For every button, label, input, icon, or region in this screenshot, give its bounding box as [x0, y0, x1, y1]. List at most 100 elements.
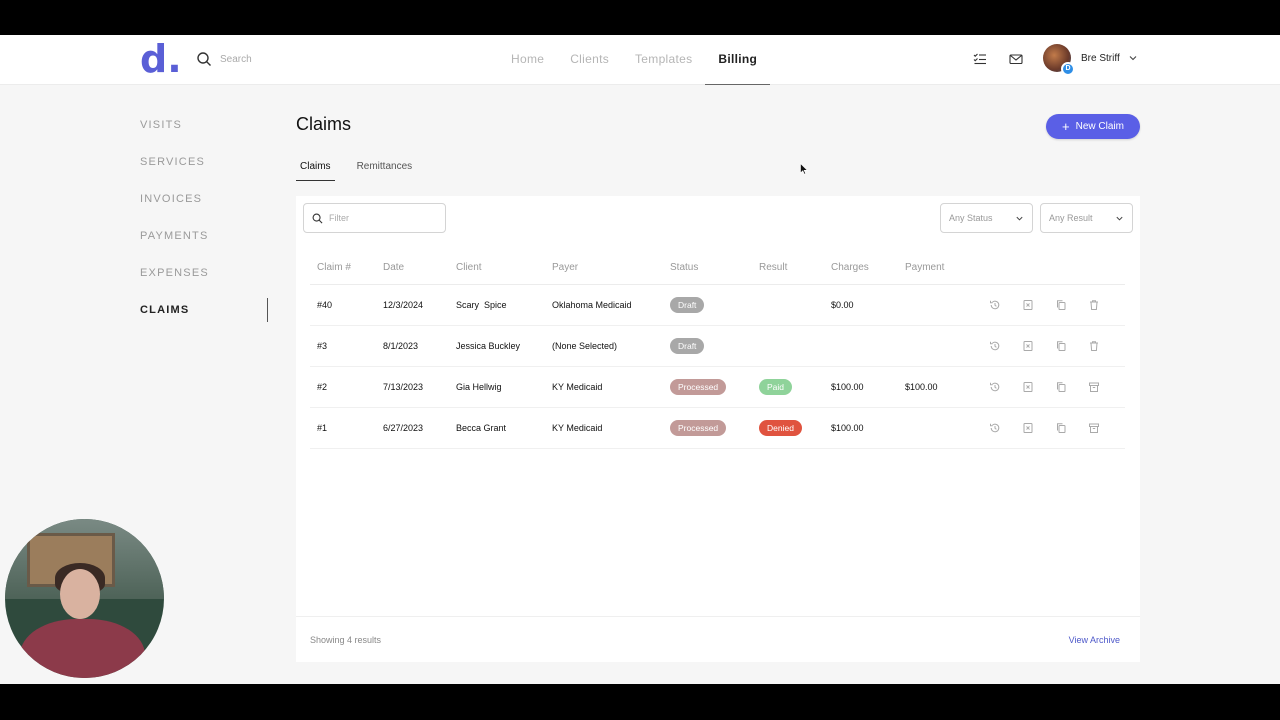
mail-icon[interactable]: [1009, 52, 1023, 66]
chevron-down-icon: [1129, 56, 1137, 61]
claim-number: #2: [310, 366, 376, 408]
logo[interactable]: d.: [140, 39, 182, 79]
nav-home[interactable]: Home: [498, 35, 557, 85]
claims-table: Claim # Date Client Payer Status Result …: [310, 252, 1125, 449]
status-badge: Processed: [670, 378, 727, 395]
sidebar-item-payments[interactable]: PAYMENTS: [140, 226, 268, 263]
history-icon[interactable]: [989, 299, 1001, 311]
copy-icon[interactable]: [1055, 422, 1067, 434]
archive-icon[interactable]: [1088, 381, 1100, 393]
copy-icon[interactable]: [1055, 340, 1067, 352]
claim-date: 12/3/2024: [376, 284, 449, 326]
sidebar-item-services[interactable]: SERVICES: [140, 152, 268, 189]
view-archive-link[interactable]: View Archive: [1069, 635, 1120, 645]
nav-templates[interactable]: Templates: [622, 35, 705, 85]
column-header[interactable]: Payment: [898, 252, 968, 285]
claim-number: #3: [310, 325, 376, 367]
user-name: Bre Striff: [1081, 52, 1120, 64]
chevron-down-icon: [1016, 216, 1023, 221]
user-menu[interactable]: D Bre Striff: [1043, 44, 1138, 76]
filter-input[interactable]: Filter: [303, 203, 446, 233]
plus-icon: +: [1062, 118, 1070, 134]
column-header[interactable]: Result: [752, 252, 824, 285]
history-icon[interactable]: [989, 422, 1001, 434]
result-select[interactable]: Any Result: [1040, 203, 1133, 233]
claim-payer: KY Medicaid: [545, 366, 663, 408]
tab-remittances[interactable]: Remittances: [353, 159, 417, 181]
result-badge: Paid: [759, 378, 793, 395]
column-header[interactable]: Claim #: [310, 252, 376, 285]
sidebar-item-visits[interactable]: VISITS: [140, 115, 268, 152]
column-header[interactable]: Date: [376, 252, 449, 285]
table-row[interactable]: #1 6/27/2023 Becca Grant KY Medicaid Pro…: [310, 407, 1125, 449]
claim-client: Jessica Buckley: [449, 325, 545, 367]
trash-icon[interactable]: [1088, 340, 1100, 352]
filter-placeholder: Filter: [329, 213, 349, 223]
table-row[interactable]: #3 8/1/2023 Jessica Buckley (None Select…: [310, 325, 1125, 367]
tab-claims[interactable]: Claims: [296, 159, 335, 181]
checklist-icon[interactable]: [973, 52, 987, 66]
claims-panel: Filter Any Status Any Result Claim # Dat…: [296, 196, 1140, 662]
page-title: Claims: [296, 114, 352, 134]
claim-number: #40: [310, 284, 376, 326]
new-claim-button[interactable]: + New Claim: [1046, 114, 1140, 139]
result-select-value: Any Result: [1049, 213, 1093, 223]
mouse-cursor-icon: [800, 163, 808, 175]
trash-icon[interactable]: [1088, 299, 1100, 311]
claim-payment: [898, 284, 968, 326]
claim-result-cell: Paid: [752, 366, 824, 408]
sidebar-item-expenses[interactable]: EXPENSES: [140, 263, 268, 300]
row-actions: [968, 325, 1125, 367]
document-icon[interactable]: [1022, 381, 1034, 393]
new-claim-label: New Claim: [1075, 121, 1124, 132]
sidebar-item-claims[interactable]: CLAIMS: [140, 298, 268, 337]
claim-result-cell: [752, 325, 824, 367]
chevron-down-icon: [1116, 216, 1123, 221]
claim-number: #1: [310, 407, 376, 449]
status-badge: Draft: [670, 337, 705, 354]
nav-billing[interactable]: Billing: [705, 35, 771, 85]
claim-client: Becca Grant: [449, 407, 545, 449]
webcam-overlay: [5, 519, 164, 678]
column-header[interactable]: Payer: [545, 252, 663, 285]
column-header[interactable]: Client: [449, 252, 545, 285]
top-bar: d. Search Home Clients Templates Billing…: [0, 35, 1280, 85]
claim-date: 8/1/2023: [376, 325, 449, 367]
claim-payer: KY Medicaid: [545, 407, 663, 449]
archive-icon[interactable]: [1088, 422, 1100, 434]
main-nav: Home Clients Templates Billing: [498, 35, 771, 85]
copy-icon[interactable]: [1055, 381, 1067, 393]
status-select[interactable]: Any Status: [940, 203, 1033, 233]
search-icon: [197, 52, 211, 66]
column-header-actions: [968, 252, 1125, 285]
result-badge: Denied: [759, 419, 802, 436]
table-row[interactable]: #40 12/3/2024 Scary Spice Oklahoma Medic…: [310, 284, 1125, 326]
nav-clients[interactable]: Clients: [557, 35, 622, 85]
document-icon[interactable]: [1022, 422, 1034, 434]
column-header[interactable]: Charges: [824, 252, 898, 285]
results-count: Showing 4 results: [310, 635, 382, 645]
copy-icon[interactable]: [1055, 299, 1067, 311]
search-icon: [312, 213, 323, 223]
table-footer: Showing 4 results View Archive: [296, 616, 1140, 662]
tabs: Claims Remittances: [296, 159, 416, 181]
toolbar-icons: [973, 52, 1023, 66]
claim-payer: Oklahoma Medicaid: [545, 284, 663, 326]
claim-payer: (None Selected): [545, 325, 663, 367]
document-icon[interactable]: [1022, 340, 1034, 352]
status-select-value: Any Status: [949, 213, 993, 223]
column-header[interactable]: Status: [663, 252, 752, 285]
avatar-badge: D: [1061, 62, 1075, 76]
claim-date: 6/27/2023: [376, 407, 449, 449]
claim-status-cell: Processed: [663, 366, 752, 408]
history-icon[interactable]: [989, 340, 1001, 352]
sidebar-item-invoices[interactable]: INVOICES: [140, 189, 268, 226]
history-icon[interactable]: [989, 381, 1001, 393]
app-window: d. Search Home Clients Templates Billing…: [0, 35, 1280, 684]
table-row[interactable]: #2 7/13/2023 Gia Hellwig KY Medicaid Pro…: [310, 366, 1125, 408]
sidebar: VISITS SERVICES INVOICES PAYMENTS EXPENS…: [140, 115, 268, 337]
avatar: D: [1043, 44, 1075, 76]
search[interactable]: Search: [196, 51, 252, 67]
document-icon[interactable]: [1022, 299, 1034, 311]
row-actions: [968, 284, 1125, 326]
